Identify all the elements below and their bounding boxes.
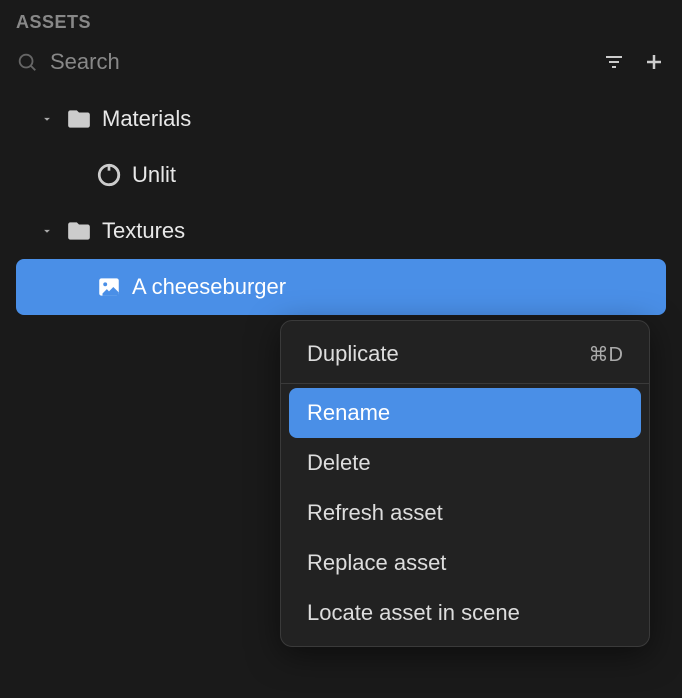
chevron-down-icon[interactable] — [40, 112, 56, 126]
folder-icon — [66, 218, 92, 244]
material-icon — [96, 162, 122, 188]
menu-item-locate-asset[interactable]: Locate asset in scene — [289, 588, 641, 638]
search-input[interactable] — [50, 49, 590, 75]
search-container[interactable] — [16, 49, 590, 75]
menu-item-label: Refresh asset — [307, 500, 443, 526]
header-actions — [602, 50, 666, 74]
menu-divider — [281, 383, 649, 384]
tree-item-label: Textures — [102, 218, 185, 244]
menu-item-label: Locate asset in scene — [307, 600, 520, 626]
add-icon[interactable] — [642, 50, 666, 74]
menu-item-label: Rename — [307, 400, 390, 426]
menu-item-delete[interactable]: Delete — [289, 438, 641, 488]
menu-item-label: Delete — [307, 450, 371, 476]
tree-item-label: Materials — [102, 106, 191, 132]
tree-folder-textures[interactable]: Textures — [0, 203, 682, 259]
chevron-down-icon[interactable] — [40, 224, 56, 238]
menu-item-label: Replace asset — [307, 550, 446, 576]
image-icon — [96, 274, 122, 300]
tree-item-label: Unlit — [132, 162, 176, 188]
menu-item-duplicate[interactable]: Duplicate ⌘D — [289, 329, 641, 379]
tree-item-unlit[interactable]: Unlit — [0, 147, 682, 203]
search-icon — [16, 51, 38, 73]
tree-item-cheeseburger[interactable]: A cheeseburger — [16, 259, 666, 315]
tree-item-label: A cheeseburger — [132, 274, 286, 300]
folder-icon — [66, 106, 92, 132]
panel-title: ASSETS — [0, 0, 682, 41]
menu-item-replace-asset[interactable]: Replace asset — [289, 538, 641, 588]
menu-item-rename[interactable]: Rename — [289, 388, 641, 438]
menu-item-label: Duplicate — [307, 341, 399, 367]
search-row — [0, 41, 682, 83]
filter-icon[interactable] — [602, 50, 626, 74]
menu-shortcut: ⌘D — [589, 342, 623, 367]
tree-folder-materials[interactable]: Materials — [0, 91, 682, 147]
menu-item-refresh-asset[interactable]: Refresh asset — [289, 488, 641, 538]
asset-tree: Materials Unlit Textures — [0, 83, 682, 315]
context-menu: Duplicate ⌘D Rename Delete Refresh asset… — [280, 320, 650, 647]
